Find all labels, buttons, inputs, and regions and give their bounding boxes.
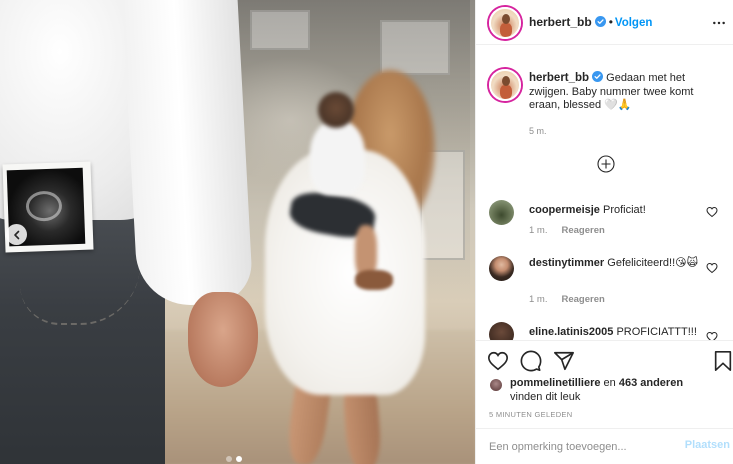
man-arm [121, 0, 254, 308]
carousel-dot-active [236, 456, 242, 462]
comment-meta: 1 m. Reageren [529, 294, 619, 305]
header-separator: • [608, 15, 613, 29]
comment-like-button[interactable] [706, 206, 718, 218]
post-side-panel: herbert_bb • Volgen herbert_bb Gedaan met … [475, 0, 733, 464]
comment-like-button[interactable] [706, 262, 718, 274]
background-window [380, 20, 450, 75]
post-action-bar [476, 340, 733, 376]
comment-input[interactable] [489, 439, 669, 455]
comment-avatar[interactable] [489, 322, 514, 340]
caption-avatar[interactable] [489, 69, 521, 101]
verified-badge-icon [594, 16, 606, 27]
post-photo[interactable] [0, 0, 475, 464]
share-button[interactable] [553, 350, 575, 372]
avatar[interactable] [489, 7, 521, 39]
baby-shirt [310, 120, 365, 195]
comment-time[interactable]: 1 m. [529, 294, 547, 305]
comment-text: Proficiat! [602, 204, 646, 216]
comment-avatar[interactable] [489, 256, 514, 281]
carousel-dots [226, 456, 242, 462]
comment-text: PROFICIATTT!!! [616, 326, 697, 338]
load-more-comments-button[interactable] [597, 155, 615, 173]
liker-username[interactable]: pommelinetilliere [510, 377, 600, 389]
caption-text-block: herbert_bb Gedaan met het zwijgen. Baby … [529, 71, 724, 113]
heart-icon [706, 262, 718, 274]
comment-meta: 1 m. Reageren [529, 225, 619, 236]
baby-shoe [355, 270, 393, 290]
comment-username[interactable]: coopermeisje [529, 204, 600, 216]
comment-reply-button[interactable]: Reageren [561, 294, 604, 305]
send-icon [554, 351, 574, 371]
more-horizontal-icon [713, 21, 725, 25]
heart-icon [706, 206, 718, 218]
posted-timestamp[interactable]: 5 MINUTEN GELEDEN [489, 410, 572, 419]
post-header: herbert_bb • Volgen [476, 0, 733, 45]
follow-button[interactable]: Volgen [615, 17, 652, 29]
plus-circle-icon [597, 155, 615, 173]
comment-username[interactable]: eline.latinis2005 [529, 326, 613, 338]
baby-head [318, 92, 354, 128]
comment-reply-button[interactable]: Reageren [561, 225, 604, 236]
more-options-button[interactable] [710, 14, 728, 32]
carousel-dot [226, 456, 232, 462]
bookmark-icon [714, 351, 732, 371]
comment-body: eline.latinis2005 PROFICIATTT!!! [529, 325, 719, 339]
comment-body: destinytimmer Gefeliciteerd!!😘🙀 [529, 256, 704, 270]
heart-icon [706, 331, 718, 340]
likes-text: pommelinetilliere en 463 anderen vinden … [510, 377, 720, 404]
comment-like-button[interactable] [706, 331, 718, 340]
background-window [250, 10, 310, 50]
save-button[interactable] [712, 350, 733, 372]
header-username[interactable]: herbert_bb [529, 15, 592, 29]
comment-body: coopermeisje Proficiat! [529, 203, 704, 217]
comment-text: Gefeliciteerd!!😘🙀 [607, 257, 699, 269]
comment-time[interactable]: 1 m. [529, 225, 547, 236]
post-comment-button[interactable]: Plaatsen [685, 439, 730, 451]
verified-badge-icon [592, 71, 604, 82]
comment-icon [520, 350, 542, 372]
caption-timestamp[interactable]: 5 m. [529, 126, 547, 136]
carousel-prev-button[interactable] [6, 224, 27, 245]
add-comment-bar: Plaatsen [476, 428, 733, 464]
chevron-left-icon [13, 230, 19, 239]
header-user: herbert_bb • Volgen [529, 15, 652, 29]
comment-avatar[interactable] [489, 200, 514, 225]
liker-avatar[interactable] [489, 378, 503, 392]
comment-item: eline.latinis2005 PROFICIATTT!!! [476, 322, 733, 340]
comment-username[interactable]: destinytimmer [529, 257, 604, 269]
heart-icon [488, 351, 508, 371]
like-button[interactable] [487, 350, 509, 372]
caption-username[interactable]: herbert_bb [529, 72, 589, 84]
likes-joiner: en [600, 377, 619, 389]
likes-count[interactable]: 463 anderen [619, 377, 683, 389]
comment-button[interactable] [520, 350, 542, 372]
likes-suffix: vinden dit leuk [510, 390, 581, 403]
